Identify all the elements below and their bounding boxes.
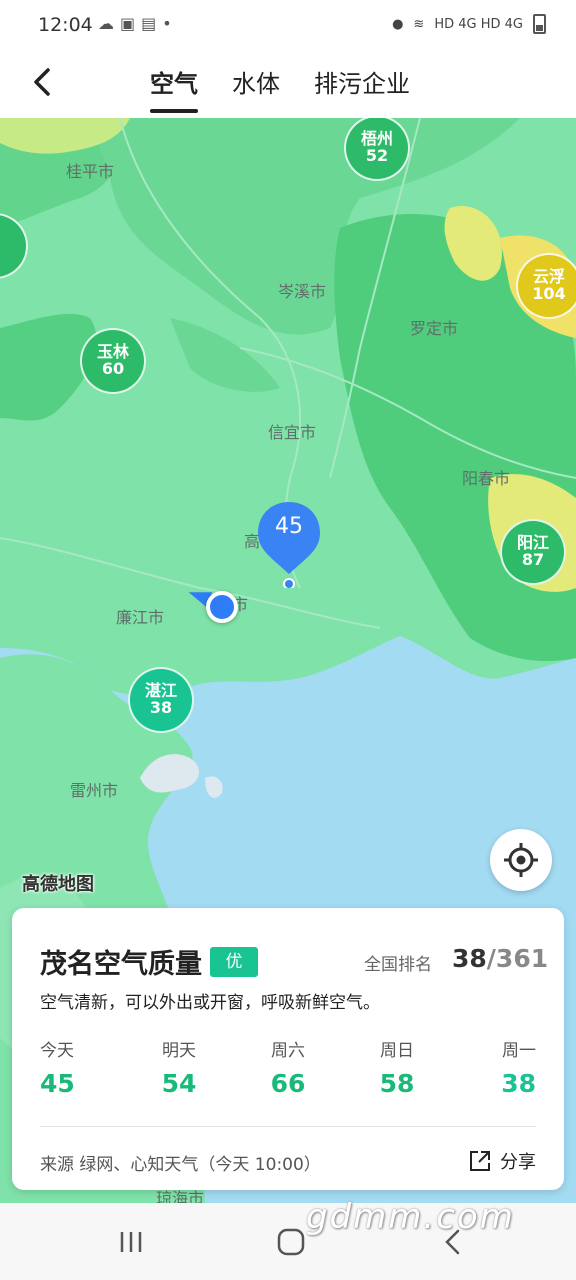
forecast-value: 45 <box>40 1069 75 1098</box>
city-label-lianjiang: 廉江市 <box>116 608 165 627</box>
crosshair-icon <box>504 843 538 877</box>
home-button[interactable] <box>276 1227 306 1261</box>
aqi-marker-yangjiang[interactable]: 阳江 87 <box>500 519 566 585</box>
forecast-item: 明天 54 <box>149 1036 209 1098</box>
recent-apps-button[interactable] <box>116 1227 146 1261</box>
forecast-item: 周日 58 <box>367 1036 427 1098</box>
status-bar: 12:04 ☁▣▤• ● ≋ HD 4G HD 4G <box>0 0 576 52</box>
forecast-day: 周一 <box>502 1041 536 1061</box>
air-quality-card: 茂名空气质量 优 全国排名 38/361 空气清新，可以外出或开窗，呼吸新鲜空气… <box>12 908 564 1190</box>
forecast-row: 今天 45 明天 54 周六 66 周日 58 周一 38 <box>40 1036 536 1098</box>
watermark: gdmm.com <box>306 1197 515 1237</box>
aqi-marker-zhanjiang[interactable]: 湛江 38 <box>128 667 194 733</box>
data-source: 来源 绿网、心知天气（今天 10:00） <box>40 1155 321 1175</box>
rank-value: 38/361 <box>452 944 548 973</box>
city-label-yangchun: 阳春市 <box>462 469 511 488</box>
forecast-item: 周六 66 <box>258 1036 318 1098</box>
aqi-marker-yunfu[interactable]: 云浮 104 <box>516 253 576 319</box>
aqi-marker-wuzhou[interactable]: 梧州 52 <box>344 118 410 181</box>
share-label: 分享 <box>500 1152 536 1173</box>
back-button[interactable] <box>24 62 64 102</box>
divider <box>40 1126 536 1127</box>
map-attribution: 高德地图 <box>22 874 94 895</box>
tab-water[interactable]: 水体 <box>232 64 280 113</box>
forecast-value: 66 <box>270 1069 306 1098</box>
rank-label: 全国排名 <box>364 955 432 975</box>
forecast-day: 周六 <box>271 1041 305 1061</box>
top-header: 空气 水体 排污企业 <box>0 52 576 118</box>
status-right: ● ≋ HD 4G HD 4G <box>392 14 546 34</box>
city-label-guiping: 桂平市 <box>66 162 115 181</box>
image-icon: ▣ <box>120 14 142 33</box>
city-label-xinyi: 信宜市 <box>268 423 317 442</box>
forecast-item: 今天 45 <box>40 1036 100 1098</box>
forecast-item: 周一 38 <box>476 1036 536 1098</box>
forecast-value: 54 <box>161 1069 197 1098</box>
city-label-cenxi: 岑溪市 <box>278 282 327 301</box>
pin-value: 45 <box>275 514 303 539</box>
document-icon: ▤ <box>141 14 163 33</box>
card-title: 茂名空气质量 <box>40 949 202 980</box>
my-location-dot <box>206 591 238 623</box>
health-advice: 空气清新，可以外出或开窗，呼吸新鲜空气。 <box>40 993 380 1013</box>
rank-number: 38 <box>452 944 487 973</box>
aqi-marker-yulin[interactable]: 玉林 60 <box>80 328 146 394</box>
battery-icon <box>533 14 546 34</box>
locate-me-button[interactable] <box>490 829 552 891</box>
location-icon: ● <box>392 16 404 32</box>
chevron-left-icon <box>34 68 50 96</box>
status-notification-icons: ☁▣▤• <box>98 14 178 33</box>
share-icon <box>470 1151 490 1171</box>
forecast-day: 周日 <box>380 1041 414 1061</box>
rank-total: /361 <box>486 944 549 973</box>
aqi-level-badge: 优 <box>210 947 258 977</box>
aqi-pin-maoming[interactable]: 45 <box>256 500 322 590</box>
network-text: HD 4G HD 4G <box>434 16 523 32</box>
recent-apps-icon <box>120 1232 142 1252</box>
dot-icon: • <box>162 14 178 33</box>
forecast-day: 今天 <box>40 1041 74 1061</box>
tab-bar: 空气 水体 排污企业 <box>150 64 410 113</box>
tab-air[interactable]: 空气 <box>150 64 198 113</box>
forecast-value: 38 <box>501 1069 536 1098</box>
notification-icon: ☁ <box>98 14 120 33</box>
share-button[interactable]: 分享 <box>468 1148 536 1174</box>
tab-polluting-enterprises[interactable]: 排污企业 <box>314 64 410 113</box>
home-icon <box>277 1228 305 1256</box>
forecast-value: 58 <box>379 1069 415 1098</box>
city-label-leizhou: 雷州市 <box>70 781 119 800</box>
city-label-luoding: 罗定市 <box>410 319 459 338</box>
wifi-icon: ≋ <box>413 16 425 32</box>
forecast-day: 明天 <box>162 1041 196 1061</box>
status-time: 12:04 <box>38 14 93 36</box>
